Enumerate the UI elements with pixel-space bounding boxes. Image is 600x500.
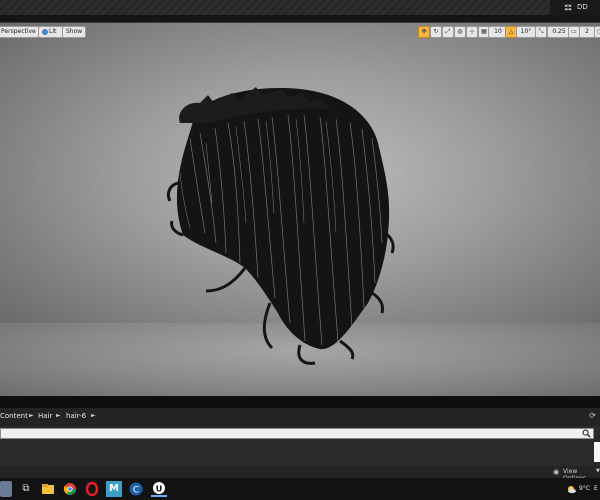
chrome-icon[interactable] (62, 481, 78, 497)
task-view-icon[interactable]: ⧉ (18, 481, 34, 497)
unreal-engine-icon[interactable]: U (151, 481, 167, 497)
hair-model[interactable] (0, 23, 600, 397)
chevron-down-icon[interactable]: ▼ (596, 468, 600, 474)
history-icon[interactable]: ⟳ (589, 411, 596, 420)
breadcrumb-hair-6[interactable]: hair-6 (66, 412, 86, 420)
tray-label[interactable]: E (594, 485, 598, 492)
breadcrumb-content[interactable]: Content (0, 412, 28, 420)
search-icon (582, 429, 591, 438)
level-viewport[interactable]: Perspective Lit Show ✥ ↻ ⤢ ◍ ⊹ ▦ 10 △ 10… (0, 22, 600, 397)
title-right-label: DD (577, 3, 588, 11)
panel-separator (0, 396, 600, 408)
avatar[interactable] (0, 481, 12, 497)
search-input[interactable] (0, 428, 594, 439)
svg-text:C: C (133, 486, 139, 496)
eye-icon: ◉ (553, 468, 560, 476)
chevron-right-icon[interactable]: ► (29, 412, 34, 419)
weather-label[interactable]: 9°C (579, 485, 590, 492)
grid-icon (564, 4, 572, 11)
taskbar: ⧉ M C U 9°C E (0, 478, 600, 500)
asset-view[interactable] (0, 440, 600, 466)
breadcrumb-hair[interactable]: Hair (38, 412, 52, 420)
content-search-row (0, 426, 600, 440)
app-c-icon[interactable]: C (128, 481, 144, 497)
chevron-right-icon[interactable]: ► (56, 412, 61, 419)
content-browser-path-bar: Content ► Hair ► hair-6 ► ⟳ (0, 408, 600, 427)
viewport-tab-strip (0, 15, 600, 22)
chevron-right-icon[interactable]: ► (91, 412, 96, 419)
app-m-icon[interactable]: M (106, 481, 122, 497)
weather-icon[interactable] (566, 481, 576, 497)
svg-text:U: U (156, 485, 163, 494)
opera-icon[interactable] (84, 481, 100, 497)
title-right-box: DD (550, 0, 600, 15)
asset-tile[interactable] (594, 442, 600, 462)
view-options-bar: ◉ View Options ▼ (0, 466, 600, 482)
file-explorer-icon[interactable] (40, 481, 56, 497)
title-bar: DD (0, 0, 600, 15)
